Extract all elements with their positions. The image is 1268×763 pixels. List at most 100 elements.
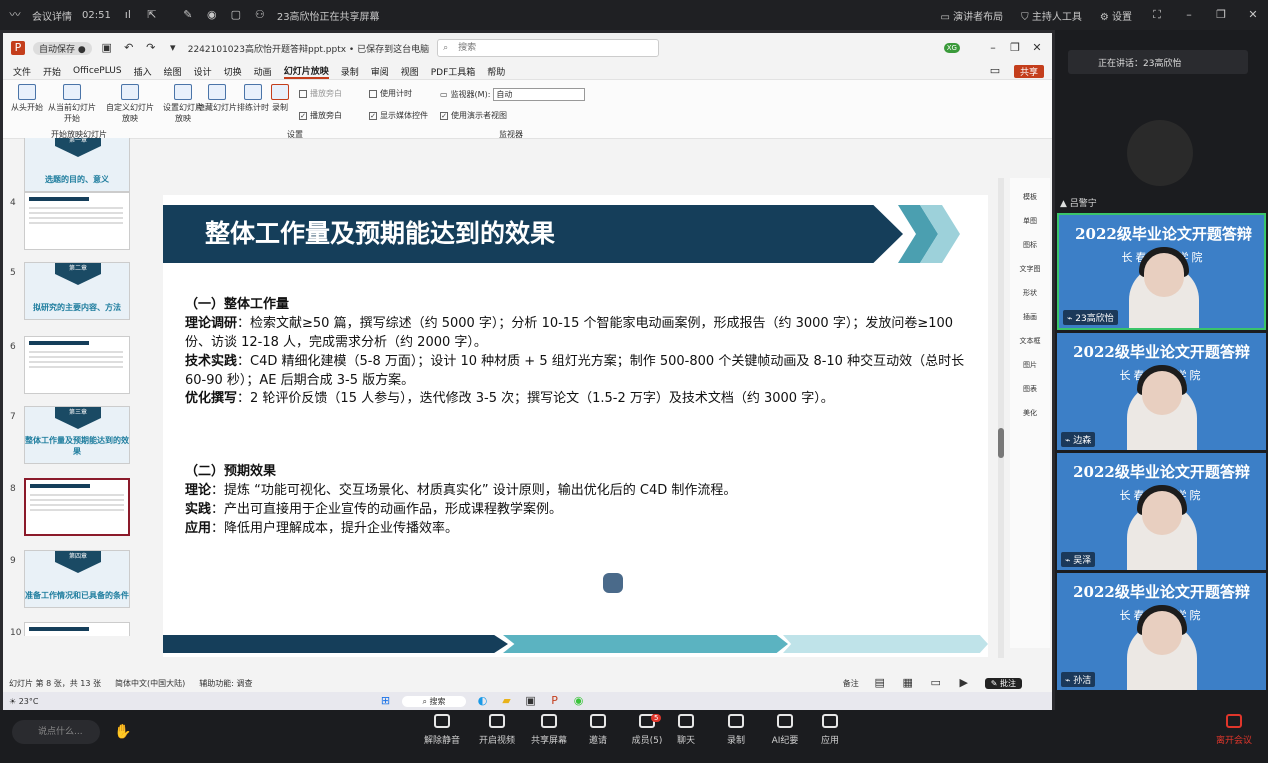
tab-view[interactable]: 视图 bbox=[401, 65, 419, 78]
tab-review[interactable]: 审阅 bbox=[371, 65, 389, 78]
annotate-button[interactable]: ✎ 批注 bbox=[984, 677, 1022, 689]
sidepanel-item-8[interactable]: 图表 bbox=[1010, 384, 1050, 394]
sidepanel-item-2[interactable]: 图标 bbox=[1010, 240, 1050, 250]
accessibility-status[interactable]: 辅助功能: 调查 bbox=[199, 678, 252, 689]
tab-slideshow[interactable]: 幻灯片放映 bbox=[283, 64, 329, 79]
autosave-toggle[interactable]: 自动保存 ● bbox=[33, 41, 92, 55]
file-name[interactable]: 2242101023高欣怡开题答辩ppt.pptx • 已保存到这台电脑 bbox=[188, 42, 429, 55]
sidepanel-item-9[interactable]: 美化 bbox=[1010, 408, 1050, 418]
sidepanel-item-1[interactable]: 单图 bbox=[1010, 216, 1050, 226]
ppt-search-input[interactable]: ⌕ 搜索 bbox=[437, 39, 660, 57]
record-icon[interactable]: ◉ bbox=[205, 8, 219, 22]
external-icon[interactable]: ⇱ bbox=[145, 8, 159, 22]
control-mic-muted[interactable]: 解除静音 bbox=[420, 714, 464, 746]
reading-view-icon[interactable]: ▭ bbox=[929, 676, 943, 690]
user-avatar[interactable]: XG bbox=[943, 43, 960, 53]
sidepanel-item-6[interactable]: 文本框 bbox=[1010, 336, 1050, 346]
windows-start-icon[interactable]: ⊞ bbox=[378, 694, 392, 708]
tab-home[interactable]: 开始 bbox=[43, 65, 61, 78]
video-tile-1[interactable]: 2022级毕业论文开题答辩长春人文学院⌁ 23高欣怡 bbox=[1057, 213, 1266, 330]
layout-button[interactable]: ▭ 演讲者布局 bbox=[941, 8, 1004, 23]
show-media-check[interactable]: ✓ 显示媒体控件 bbox=[369, 110, 428, 121]
sorter-view-icon[interactable]: ▦ bbox=[901, 676, 915, 690]
taskbar-store-icon[interactable]: ▣ bbox=[524, 694, 538, 708]
tab-help[interactable]: 帮助 bbox=[487, 65, 505, 78]
settings-button[interactable]: ⚙ 设置 bbox=[1100, 8, 1132, 23]
custom-show-button[interactable]: 自定义幻灯片放映 bbox=[105, 84, 155, 124]
taskbar-search[interactable]: ⌕ 搜索 bbox=[402, 695, 466, 707]
play-narration-check-2[interactable]: ✓ 播放旁白 bbox=[299, 110, 342, 121]
tab-design[interactable]: 设计 bbox=[194, 65, 212, 78]
tab-insert[interactable]: 插入 bbox=[134, 65, 152, 78]
tab-file[interactable]: 文件 bbox=[13, 65, 31, 78]
tab-pdf[interactable]: PDF工具箱 bbox=[431, 65, 476, 78]
minimize-icon[interactable]: – bbox=[1182, 8, 1196, 22]
tab-officeplus[interactable]: OfficePLUS bbox=[73, 66, 122, 76]
slideshow-view-icon[interactable]: ▶ bbox=[957, 676, 971, 690]
control-chat[interactable]: 聊天 bbox=[664, 714, 708, 746]
play-narration-check[interactable]: 播放旁白 bbox=[299, 88, 342, 99]
slide-thumb-3[interactable]: 第二章 拟研究的主要内容、方法 bbox=[24, 262, 130, 320]
slide-thumb-7[interactable]: 第四章 准备工作情况和已具备的条件 bbox=[24, 550, 130, 608]
restore-icon[interactable]: ❐ bbox=[1214, 8, 1228, 22]
redo-icon[interactable]: ↷ bbox=[144, 41, 158, 55]
from-current-button[interactable]: 从当前幻灯片开始 bbox=[47, 84, 97, 124]
monitor-select[interactable]: ▭ 监视器(M): 自动 bbox=[440, 88, 586, 101]
control-apps[interactable]: 应用 bbox=[808, 714, 852, 746]
video-tile-4[interactable]: 2022级毕业论文开题答辩长春人文学院⌁ 孙洁 bbox=[1057, 573, 1266, 690]
meeting-details[interactable]: 会议详情 bbox=[32, 8, 72, 23]
chat-input[interactable]: 说点什么... bbox=[12, 720, 100, 744]
slide-thumb-1[interactable]: 第一章 选题的目的、意义 bbox=[24, 138, 130, 192]
video-tile-3[interactable]: 2022级毕业论文开题答辩长春人文学院⌁ 吴泽 bbox=[1057, 453, 1266, 570]
close-icon[interactable]: ✕ bbox=[1246, 8, 1260, 22]
undo-icon[interactable]: ↶ bbox=[122, 41, 136, 55]
comment-icon[interactable]: ▭ bbox=[988, 64, 1002, 78]
hide-slide-button[interactable]: 隐藏幻灯片 bbox=[197, 84, 237, 113]
window-restore-icon[interactable]: ❐ bbox=[1008, 41, 1022, 55]
slide-scrollbar[interactable] bbox=[998, 178, 1004, 658]
control-ai-summary[interactable]: AI纪要 bbox=[763, 714, 807, 746]
slide-thumb-4[interactable] bbox=[24, 336, 130, 394]
sidepanel-item-7[interactable]: 图片 bbox=[1010, 360, 1050, 370]
use-timing-check[interactable]: 使用计时 bbox=[369, 88, 412, 99]
host-tools-button[interactable]: ⛉ 主持人工具 bbox=[1021, 8, 1082, 23]
control-video-off[interactable]: 开启视频 bbox=[475, 714, 519, 746]
notes-button[interactable]: 备注 bbox=[843, 678, 859, 689]
share-button[interactable]: 共享 bbox=[1013, 64, 1044, 78]
tab-animations[interactable]: 动画 bbox=[254, 65, 272, 78]
taskbar-edge-icon[interactable]: ◐ bbox=[476, 694, 490, 708]
tab-transitions[interactable]: 切换 bbox=[224, 65, 242, 78]
window-close-icon[interactable]: ✕ bbox=[1030, 41, 1044, 55]
sidepanel-item-0[interactable]: 模板 bbox=[1010, 192, 1050, 202]
presenter-view-check[interactable]: ✓ 使用演示者视图 bbox=[440, 110, 507, 121]
slide-thumb-2[interactable] bbox=[24, 192, 130, 250]
sidepanel-item-4[interactable]: 形状 bbox=[1010, 288, 1050, 298]
tab-draw[interactable]: 绘图 bbox=[164, 65, 182, 78]
taskbar-wechat-icon[interactable]: ◉ bbox=[572, 694, 586, 708]
taskbar-ppt-icon[interactable]: P bbox=[548, 694, 562, 708]
fullscreen-icon[interactable]: ⛶ bbox=[1150, 8, 1164, 22]
control-invite[interactable]: 邀请 bbox=[576, 714, 620, 746]
slide-thumb-6[interactable] bbox=[24, 478, 130, 536]
normal-view-icon[interactable]: ▤ bbox=[873, 676, 887, 690]
window-minimize-icon[interactable]: – bbox=[986, 41, 1000, 55]
sidepanel-item-3[interactable]: 文字图 bbox=[1010, 264, 1050, 274]
video-tile-2[interactable]: 2022级毕业论文开题答辩长春人文学院⌁ 边森 bbox=[1057, 333, 1266, 450]
slide-thumb-5[interactable]: 第三章 整体工作量及预期能达到的效果 bbox=[24, 406, 130, 464]
leave-button[interactable]: 离开会议 bbox=[1212, 714, 1256, 746]
from-start-button[interactable]: 从头开始 bbox=[7, 84, 47, 113]
save-icon[interactable]: ▣ bbox=[100, 41, 114, 55]
slide-thumb-8[interactable] bbox=[24, 622, 130, 636]
control-share-screen[interactable]: 共享屏幕 bbox=[527, 714, 571, 746]
monitor-value[interactable]: 自动 bbox=[493, 88, 586, 101]
scrollbar-thumb[interactable] bbox=[998, 428, 1004, 458]
raise-hand-icon[interactable]: ✋ bbox=[114, 724, 131, 740]
sidepanel-item-5[interactable]: 插画 bbox=[1010, 312, 1050, 322]
control-members[interactable]: 成员(5) 5 bbox=[625, 714, 669, 746]
qat-more-icon[interactable]: ▾ bbox=[166, 41, 180, 55]
control-record[interactable]: 录制 bbox=[714, 714, 758, 746]
language-status[interactable]: 简体中文(中国大陆) bbox=[115, 678, 185, 689]
stop-icon[interactable]: ▢ bbox=[229, 8, 243, 22]
annotate-icon[interactable]: ✎ bbox=[181, 8, 195, 22]
record-button[interactable]: 录制 bbox=[265, 84, 295, 113]
